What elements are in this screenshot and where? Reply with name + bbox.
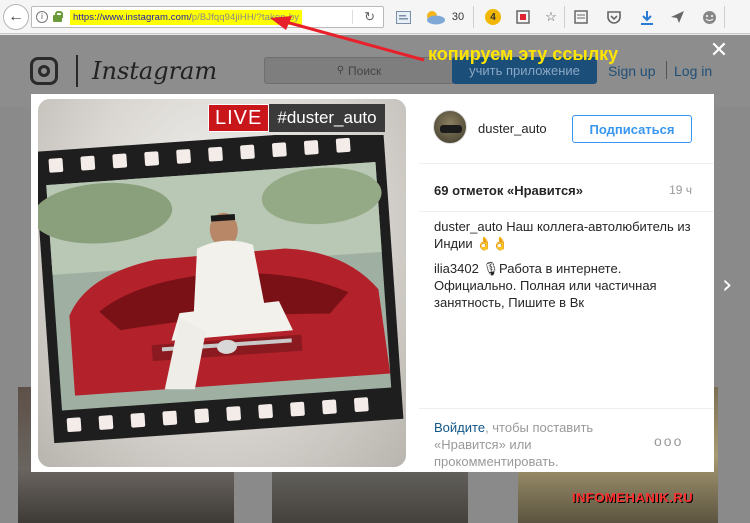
comment: ilia3402 🎙Работа в интернете. Официально… (434, 260, 702, 311)
comment: duster_auto Наш коллега-автолюбитель из … (434, 218, 702, 252)
login-prompt-link[interactable]: Войдите (434, 420, 485, 435)
film-frame-image (38, 135, 404, 444)
auth-divider (666, 61, 667, 79)
post-modal: LIVE #duster_auto duster_auto Подписатьс… (31, 94, 714, 472)
weather-temp: 30 (451, 11, 465, 23)
more-options-icon[interactable]: ooo (654, 433, 683, 449)
url-divider (352, 10, 353, 24)
reader-icon[interactable] (394, 8, 412, 26)
star-icon[interactable]: ☆ (542, 8, 560, 26)
smile-icon[interactable] (700, 8, 718, 26)
post-sidebar: duster_auto Подписаться 69 отметок «Нрав… (419, 94, 714, 472)
download-icon[interactable] (638, 8, 656, 26)
comment-user[interactable]: duster_auto (434, 219, 503, 234)
chevron-right-icon[interactable]: › (722, 270, 744, 300)
login-prompt-text: Войдите, чтобы поставить «Нравится» или … (434, 420, 594, 469)
instagram-wordmark[interactable]: Instagram (92, 57, 217, 85)
send-icon[interactable] (668, 8, 686, 26)
login-prompt: Войдите, чтобы поставить «Нравится» или … (419, 408, 714, 472)
avatar[interactable] (433, 110, 467, 144)
login-link[interactable]: Log in (674, 63, 712, 79)
search-input[interactable]: ⚲ Поиск (264, 57, 454, 84)
search-icon: ⚲ (336, 65, 345, 76)
reload-icon[interactable]: ↻ (364, 9, 375, 25)
likes-row: 69 отметок «Нравится» 19 ч (419, 164, 714, 212)
browser-toolbar: ← i https://www.instagram.com/p/BJfqq94j… (0, 0, 750, 34)
live-label: LIVE (208, 104, 270, 132)
author-row: duster_auto Подписаться (419, 94, 714, 164)
url-text[interactable]: https://www.instagram.com/p/BJfqq94jiHH/… (70, 9, 303, 25)
annotation-label: копируем эту ссылку (428, 44, 619, 64)
info-icon[interactable]: i (36, 11, 48, 23)
post-media[interactable]: LIVE #duster_auto (38, 99, 406, 467)
site-watermark: INFOMEHANIK.RU (572, 490, 694, 505)
lock-icon[interactable] (52, 11, 64, 23)
comment-user[interactable]: ilia3402 (434, 261, 479, 276)
pocket-icon[interactable] (605, 8, 623, 26)
list-icon[interactable] (572, 8, 590, 26)
live-badge: LIVE #duster_auto (208, 104, 385, 132)
toolbar-divider (473, 6, 474, 28)
comments-list: duster_auto Наш коллега-автолюбитель из … (434, 218, 702, 319)
back-arrow-icon[interactable]: ← (3, 4, 29, 30)
close-icon[interactable]: ✕ (708, 40, 730, 62)
instagram-logo-icon[interactable] (30, 57, 58, 85)
author-name[interactable]: duster_auto (478, 121, 547, 136)
signup-link[interactable]: Sign up (608, 63, 655, 79)
likes-count[interactable]: 69 отметок «Нравится» (434, 183, 583, 198)
badge-icon[interactable]: 4 (484, 8, 502, 26)
bookmark-icon[interactable] (514, 8, 532, 26)
toolbar-divider (564, 6, 565, 28)
url-bar[interactable]: i https://www.instagram.com/p/BJfqq94jiH… (31, 6, 384, 28)
follow-button[interactable]: Подписаться (572, 115, 692, 143)
weather-icon[interactable] (422, 8, 448, 26)
toolbar-divider (724, 6, 725, 28)
logo-divider (76, 55, 78, 87)
hashtag-label: #duster_auto (269, 104, 385, 132)
post-time: 19 ч (669, 183, 692, 197)
